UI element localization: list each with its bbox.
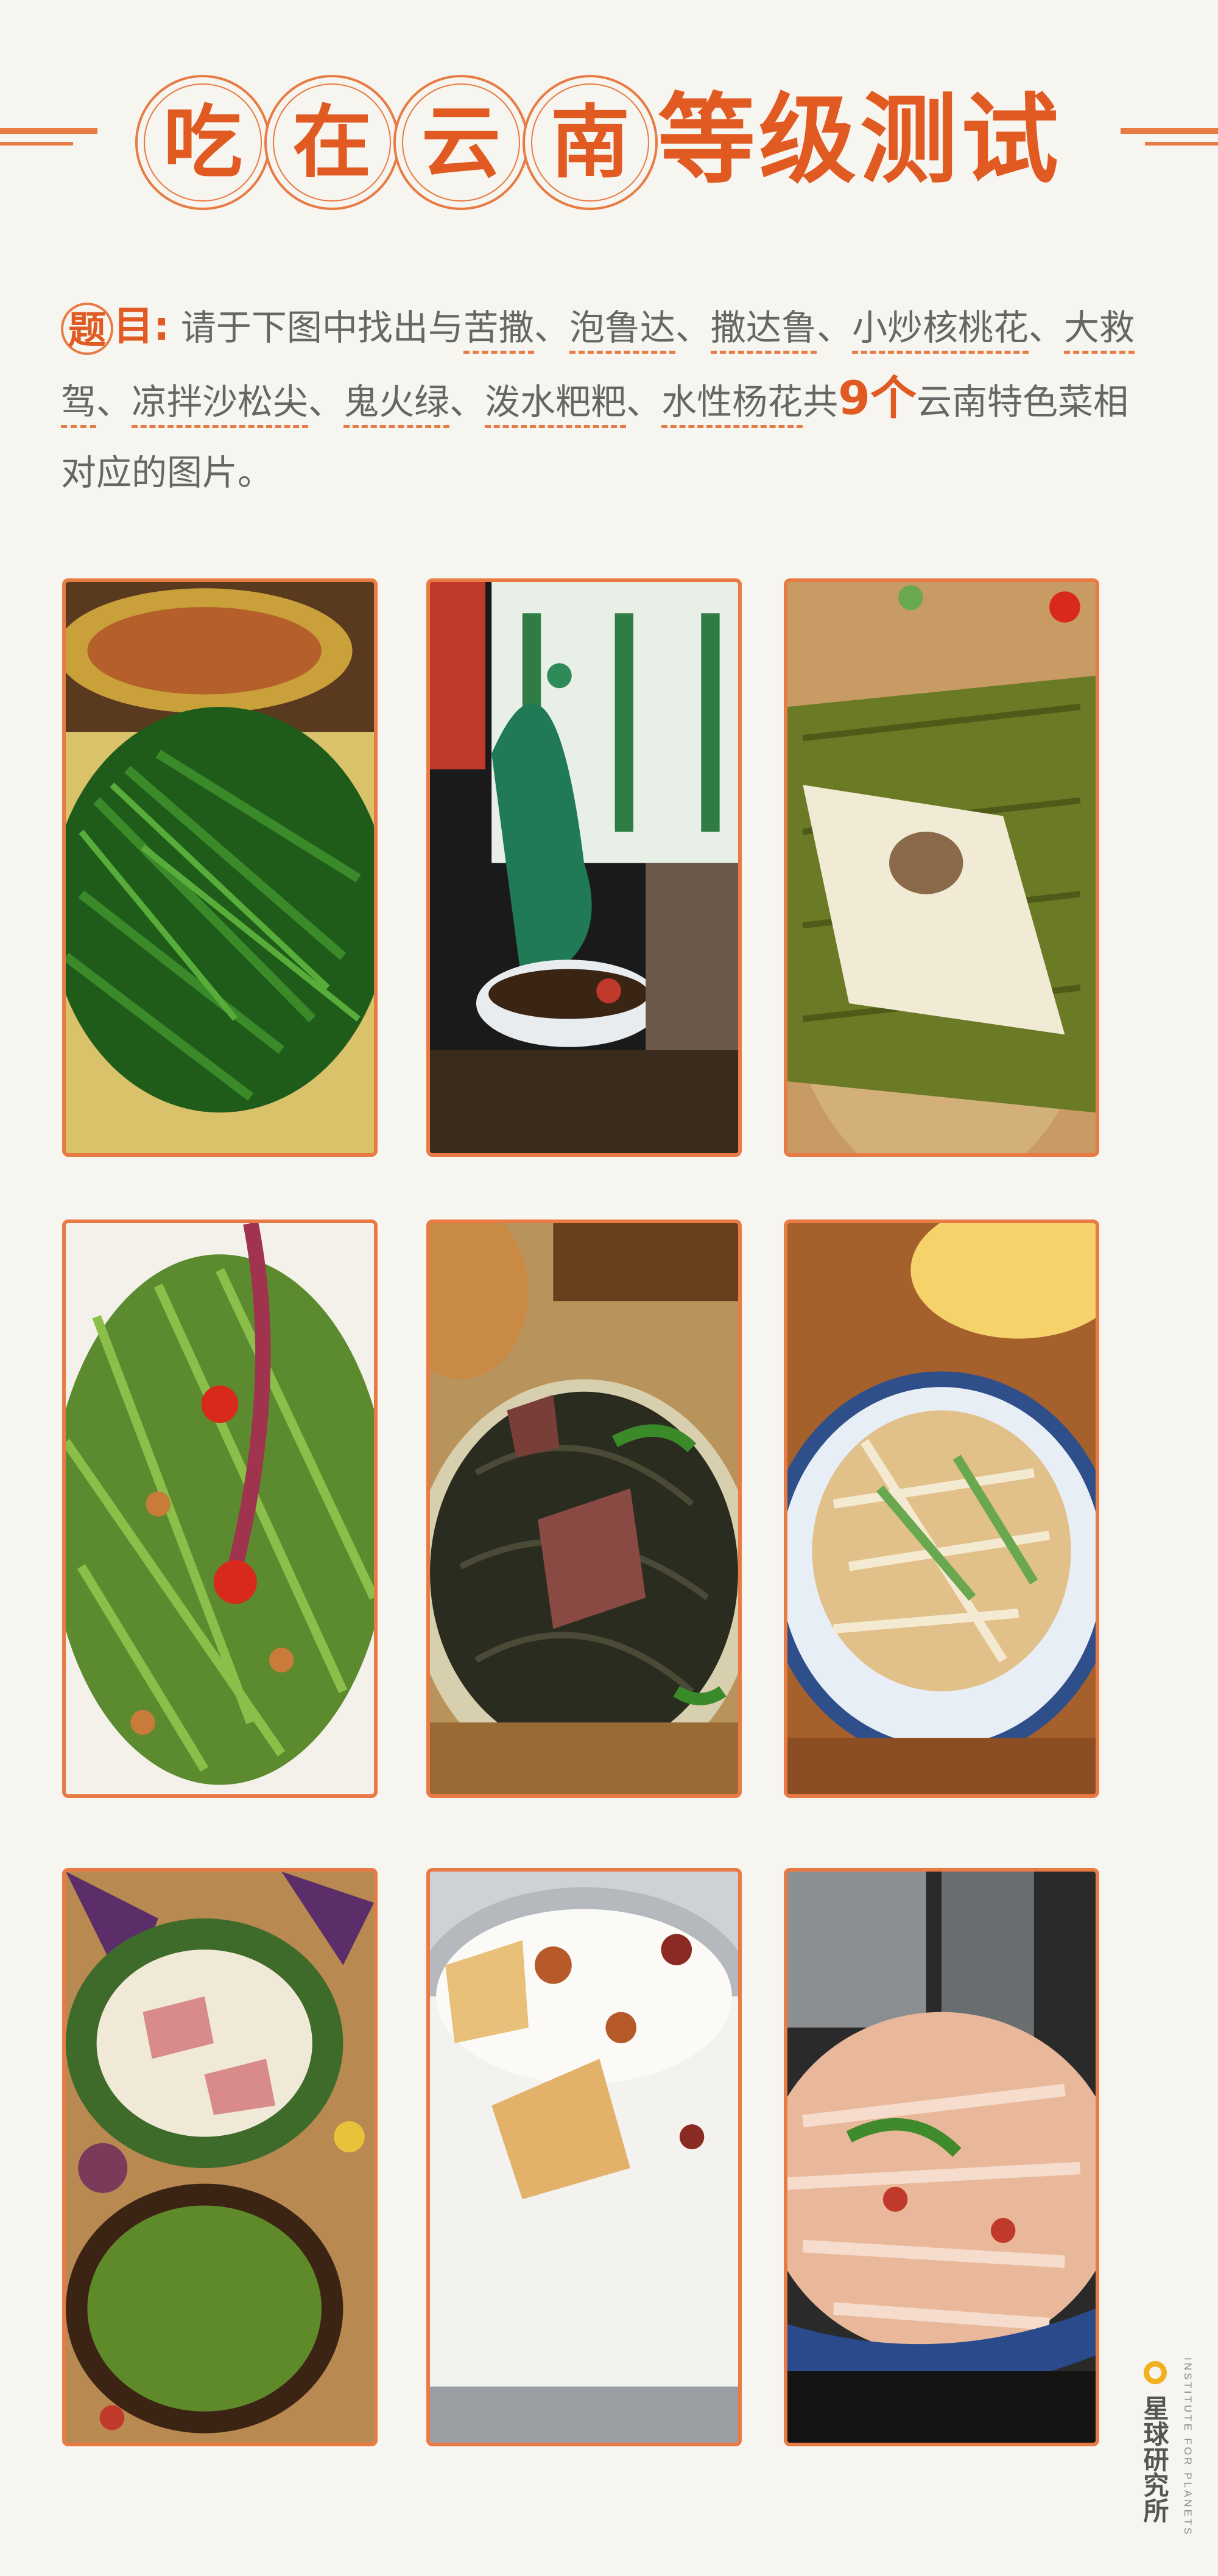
dish-photo-7[interactable] <box>62 1868 378 2446</box>
dish-name: 苦撒 <box>463 307 534 354</box>
header: 吃 在 云 南 等级测试 <box>0 70 1218 210</box>
page: 吃 在 云 南 等级测试 题目: 请于下图中找出与苦撒、泡鲁达、撒达鲁、小炒核桃… <box>0 0 1218 2576</box>
question-label-char: 目 <box>113 303 153 349</box>
dish-photo-5[interactable] <box>426 1220 742 1798</box>
dish-photo-6[interactable] <box>784 1220 1099 1798</box>
title-circle: 吃 <box>135 75 270 210</box>
dish-name: 凉拌沙松尖 <box>132 381 309 428</box>
title-char: 云 <box>421 96 501 189</box>
question-label-colon: : <box>153 303 170 349</box>
title-circle: 云 <box>393 75 529 210</box>
flat-noodles-image <box>787 1872 1096 2443</box>
dish-photo-4[interactable] <box>62 1220 378 1798</box>
total-prefix: 共 <box>803 381 839 423</box>
separator: 、 <box>449 381 485 423</box>
fern-salad-image <box>66 1223 374 1794</box>
dish-photo-1[interactable] <box>62 578 378 1157</box>
meat-platter-dip-image <box>66 1872 374 2443</box>
dish-count: 9个 <box>838 371 917 425</box>
dish-name: 鬼火绿 <box>343 381 450 428</box>
decorative-rule-right-thin <box>1145 142 1218 146</box>
dish-photo-2[interactable] <box>426 578 742 1157</box>
brand-logo: 星球研究所 INSTITUTE FOR PLANETS <box>1139 2357 1199 2558</box>
title-circles: 吃 在 云 南 <box>135 75 658 210</box>
question-label-char: 题 <box>61 302 113 355</box>
dish-photo-9[interactable] <box>784 1868 1099 2446</box>
separator: 、 <box>675 307 711 348</box>
shredded-stir-fry-image <box>787 1223 1096 1794</box>
separator: 、 <box>1028 307 1064 348</box>
brand-name: 星球研究所 <box>1139 2395 1169 2523</box>
decorative-rule-left-thin <box>0 142 73 146</box>
peacock-dip-image <box>430 582 738 1153</box>
question-intro: 请于下图中找出与 <box>180 307 463 348</box>
separator: 、 <box>308 381 344 423</box>
dish-name: 水性杨花 <box>661 381 803 428</box>
title-circle: 南 <box>523 75 658 210</box>
title-char: 南 <box>550 96 630 189</box>
dish-name: 泡鲁达 <box>569 307 675 354</box>
planet-icon <box>1144 2361 1167 2384</box>
separator: 、 <box>626 381 662 423</box>
dish-photo-3[interactable] <box>784 578 1099 1157</box>
title-char: 吃 <box>163 96 242 189</box>
page-title: 等级测试 <box>658 82 1063 197</box>
coconut-dessert-image <box>430 1872 738 2443</box>
banana-leaf-cake-image <box>787 582 1096 1153</box>
decorative-rule-right <box>1121 128 1218 134</box>
title-char: 在 <box>292 96 371 189</box>
separator: 、 <box>816 307 852 348</box>
dish-name: 泼水粑粑 <box>485 381 627 428</box>
brand-name-english: INSTITUTE FOR PLANETS <box>1182 2357 1194 2537</box>
question-label: 题目: <box>61 291 169 362</box>
dish-name: 撒达鲁 <box>710 307 817 354</box>
separator: 、 <box>533 307 569 348</box>
stir-fry-greens-image <box>66 582 374 1153</box>
dish-name: 小炒核桃花 <box>851 307 1029 354</box>
separator: 、 <box>96 381 132 423</box>
question-text: 题目: 请于下图中找出与苦撒、泡鲁达、撒达鲁、小炒核桃花、大救驾、凉拌沙松尖、鬼… <box>61 291 1157 508</box>
dark-noodles-beef-image <box>430 1223 738 1794</box>
title-circle: 在 <box>264 75 400 210</box>
decorative-rule-left <box>0 128 97 134</box>
dish-photo-8[interactable] <box>426 1868 742 2446</box>
